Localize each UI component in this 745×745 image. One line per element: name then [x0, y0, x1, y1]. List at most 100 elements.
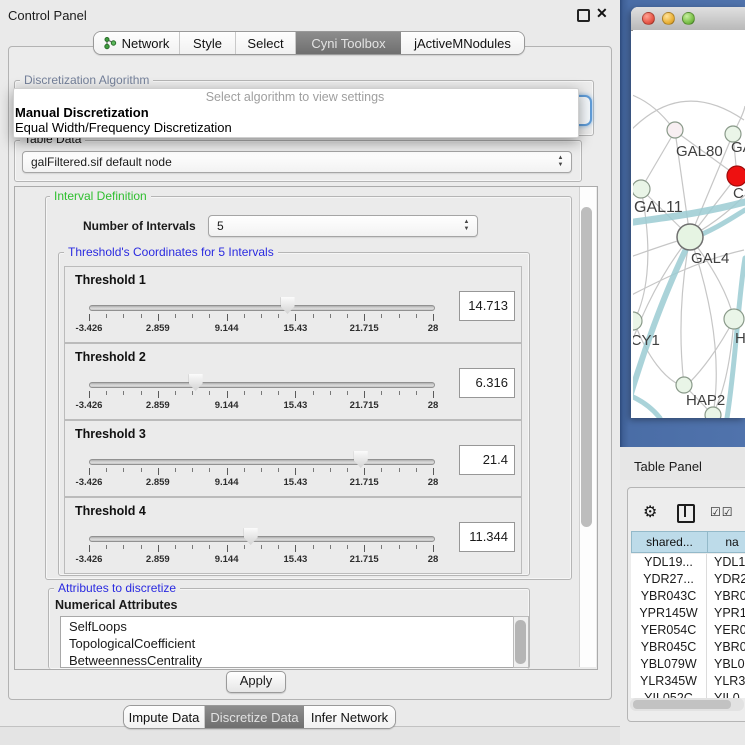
network-icon [104, 36, 117, 50]
list-item[interactable]: SelfLoops [61, 617, 513, 635]
close-icon[interactable]: ✕ [596, 5, 608, 22]
threshold-4-row: Threshold 4 -3.4262.8599.14415.4321.7152… [64, 497, 522, 574]
threshold-3-slider[interactable]: -3.4262.8599.14415.4321.71528 [89, 445, 433, 491]
network-graph: GAL80 GA C GAL11 GAL4 GCY1 H HAP2 [633, 30, 745, 418]
table-row[interactable]: YBL079WYBL0 [631, 656, 745, 673]
split-view-icon[interactable] [677, 504, 695, 523]
table-panel-title: Table Panel [634, 459, 702, 474]
threshold-2-value[interactable]: 6.316 [459, 368, 515, 398]
slider-track[interactable] [89, 459, 435, 465]
threshold-4-label: Threshold 4 [75, 504, 146, 518]
zoom-traffic-light-icon[interactable] [682, 12, 695, 25]
attributes-group-title: Attributes to discretize [54, 582, 180, 595]
node-hap2[interactable] [676, 377, 692, 393]
table-data-combobox-value: galFiltered.sif default node [31, 155, 172, 169]
table-row[interactable]: YDL19...YDL1 [631, 554, 745, 571]
node-gal80[interactable] [667, 122, 683, 138]
table-row[interactable]: YIL052CYIL0 [631, 690, 745, 698]
table-row[interactable]: YBR043CYBR0 [631, 588, 745, 605]
thresholds-group-title: Threshold's Coordinates for 5 Intervals [64, 246, 278, 259]
scrollbar-thumb[interactable] [581, 207, 592, 527]
algorithm-placeholder: Select algorithm to view settings [13, 90, 577, 104]
checkbox-icons[interactable]: ☑☑ [710, 505, 734, 519]
screen: Control Panel ✕ Network Style Select Cyn… [0, 0, 745, 745]
threshold-4-value[interactable]: 11.344 [459, 522, 515, 552]
minimize-traffic-light-icon[interactable] [662, 12, 675, 25]
gear-icon[interactable]: ⚙ [643, 502, 657, 522]
threshold-2-label: Threshold 2 [75, 350, 146, 364]
table-row[interactable]: YPR145WYPR1 [631, 605, 745, 622]
list-item[interactable]: BetweennessCentrality [61, 652, 513, 668]
network-window-titlebar[interactable] [631, 7, 745, 31]
tab-jactivemnodules[interactable]: jActiveMNodules [401, 32, 524, 54]
node-gal11[interactable] [633, 180, 650, 198]
threshold-1-slider[interactable]: -3.4262.8599.14415.4321.71528 [89, 291, 433, 337]
node-red-selected[interactable] [727, 166, 745, 186]
discretization-algorithm-title: Discretization Algorithm [20, 74, 153, 87]
tab-style[interactable]: Style [180, 32, 236, 54]
slider-track[interactable] [89, 536, 435, 542]
tab-discretize-data-label: Discretize Data [210, 710, 298, 725]
apply-button[interactable]: Apply [226, 671, 286, 693]
list-item[interactable]: TopologicalCoefficient [61, 635, 513, 652]
slider-track[interactable] [89, 382, 435, 388]
popup-item-manual-discretization[interactable]: Manual Discretization [15, 105, 149, 120]
tab-impute-data[interactable]: Impute Data [124, 706, 205, 728]
tab-cyni-toolbox-label: Cyni Toolbox [311, 36, 385, 51]
number-of-intervals-combobox[interactable]: 5 ▲▼ [208, 215, 478, 237]
node-label: HAP2 [686, 392, 725, 409]
node-label: GAL80 [676, 143, 723, 160]
panel-title: Control Panel [8, 8, 87, 23]
slider-thumb[interactable] [354, 451, 368, 468]
slider-ticks [89, 545, 433, 553]
slider-track[interactable] [89, 305, 435, 311]
column-header-name[interactable]: na [707, 531, 745, 553]
threshold-2-slider[interactable]: -3.4262.8599.14415.4321.71528 [89, 368, 433, 414]
table-row[interactable]: YLR345WYLR3 [631, 673, 745, 690]
tab-discretize-data[interactable]: Discretize Data [205, 706, 304, 728]
numerical-attributes-list[interactable]: SelfLoops TopologicalCoefficient Between… [60, 616, 514, 668]
slider-thumb[interactable] [244, 528, 258, 545]
bottom-tab-strip: Impute Data Discretize Data Infer Networ… [123, 705, 396, 729]
network-canvas[interactable]: GAL80 GA C GAL11 GAL4 GCY1 H HAP2 [633, 30, 745, 418]
threshold-1-label: Threshold 1 [75, 273, 146, 287]
slider-tick-labels: -3.4262.8599.14415.4321.71528 [89, 477, 433, 489]
top-tab-strip: Network Style Select Cyni Toolbox jActiv… [93, 31, 525, 55]
slider-tick-labels: -3.4262.8599.14415.4321.71528 [89, 554, 433, 566]
slider-tick-labels: -3.4262.8599.14415.4321.71528 [89, 400, 433, 412]
slider-thumb[interactable] [189, 374, 203, 391]
table-row[interactable]: YBR045CYBR0 [631, 639, 745, 656]
threshold-4-slider[interactable]: -3.4262.8599.14415.4321.71528 [89, 522, 433, 568]
node-gal4[interactable] [677, 224, 703, 250]
list-scrollbar-thumb[interactable] [515, 620, 526, 664]
popup-item-equal-width-frequency[interactable]: Equal Width/Frequency Discretization [15, 120, 232, 135]
slider-thumb[interactable] [281, 297, 295, 314]
tab-cyni-toolbox[interactable]: Cyni Toolbox [296, 32, 401, 54]
slider-ticks [89, 391, 433, 399]
node-h[interactable] [724, 309, 744, 329]
threshold-1-row: Threshold 1 -3.4262.8599.14415.4321.7152… [64, 266, 522, 343]
tab-network-label: Network [122, 36, 170, 51]
table-row[interactable]: YER054CYER0 [631, 622, 745, 639]
table-row[interactable]: YDR27...YDR2 [631, 571, 745, 588]
close-traffic-light-icon[interactable] [642, 12, 655, 25]
column-header-shared[interactable]: shared... [631, 531, 708, 553]
tab-impute-data-label: Impute Data [129, 710, 200, 725]
tab-infer-network-label: Infer Network [311, 710, 388, 725]
node-label: GCY1 [633, 332, 660, 349]
tab-infer-network[interactable]: Infer Network [304, 706, 395, 728]
threshold-1-value[interactable]: 14.713 [459, 291, 515, 321]
number-of-intervals-label: Number of Intervals [83, 219, 196, 233]
node-label: C [733, 185, 744, 202]
float-window-icon[interactable] [577, 9, 590, 22]
table-data-combobox[interactable]: galFiltered.sif default node ▲▼ [22, 151, 572, 173]
number-of-intervals-value: 5 [217, 219, 224, 233]
slider-ticks [89, 468, 433, 476]
threshold-3-row: Threshold 3 -3.4262.8599.14415.4321.7152… [64, 420, 522, 497]
node-gcy1[interactable] [633, 312, 642, 330]
tab-network[interactable]: Network [94, 32, 180, 54]
threshold-3-value[interactable]: 21.4 [459, 445, 515, 475]
numerical-attributes-label: Numerical Attributes [55, 598, 177, 612]
tab-select[interactable]: Select [236, 32, 296, 54]
table-hscrollbar-thumb[interactable] [633, 700, 731, 709]
